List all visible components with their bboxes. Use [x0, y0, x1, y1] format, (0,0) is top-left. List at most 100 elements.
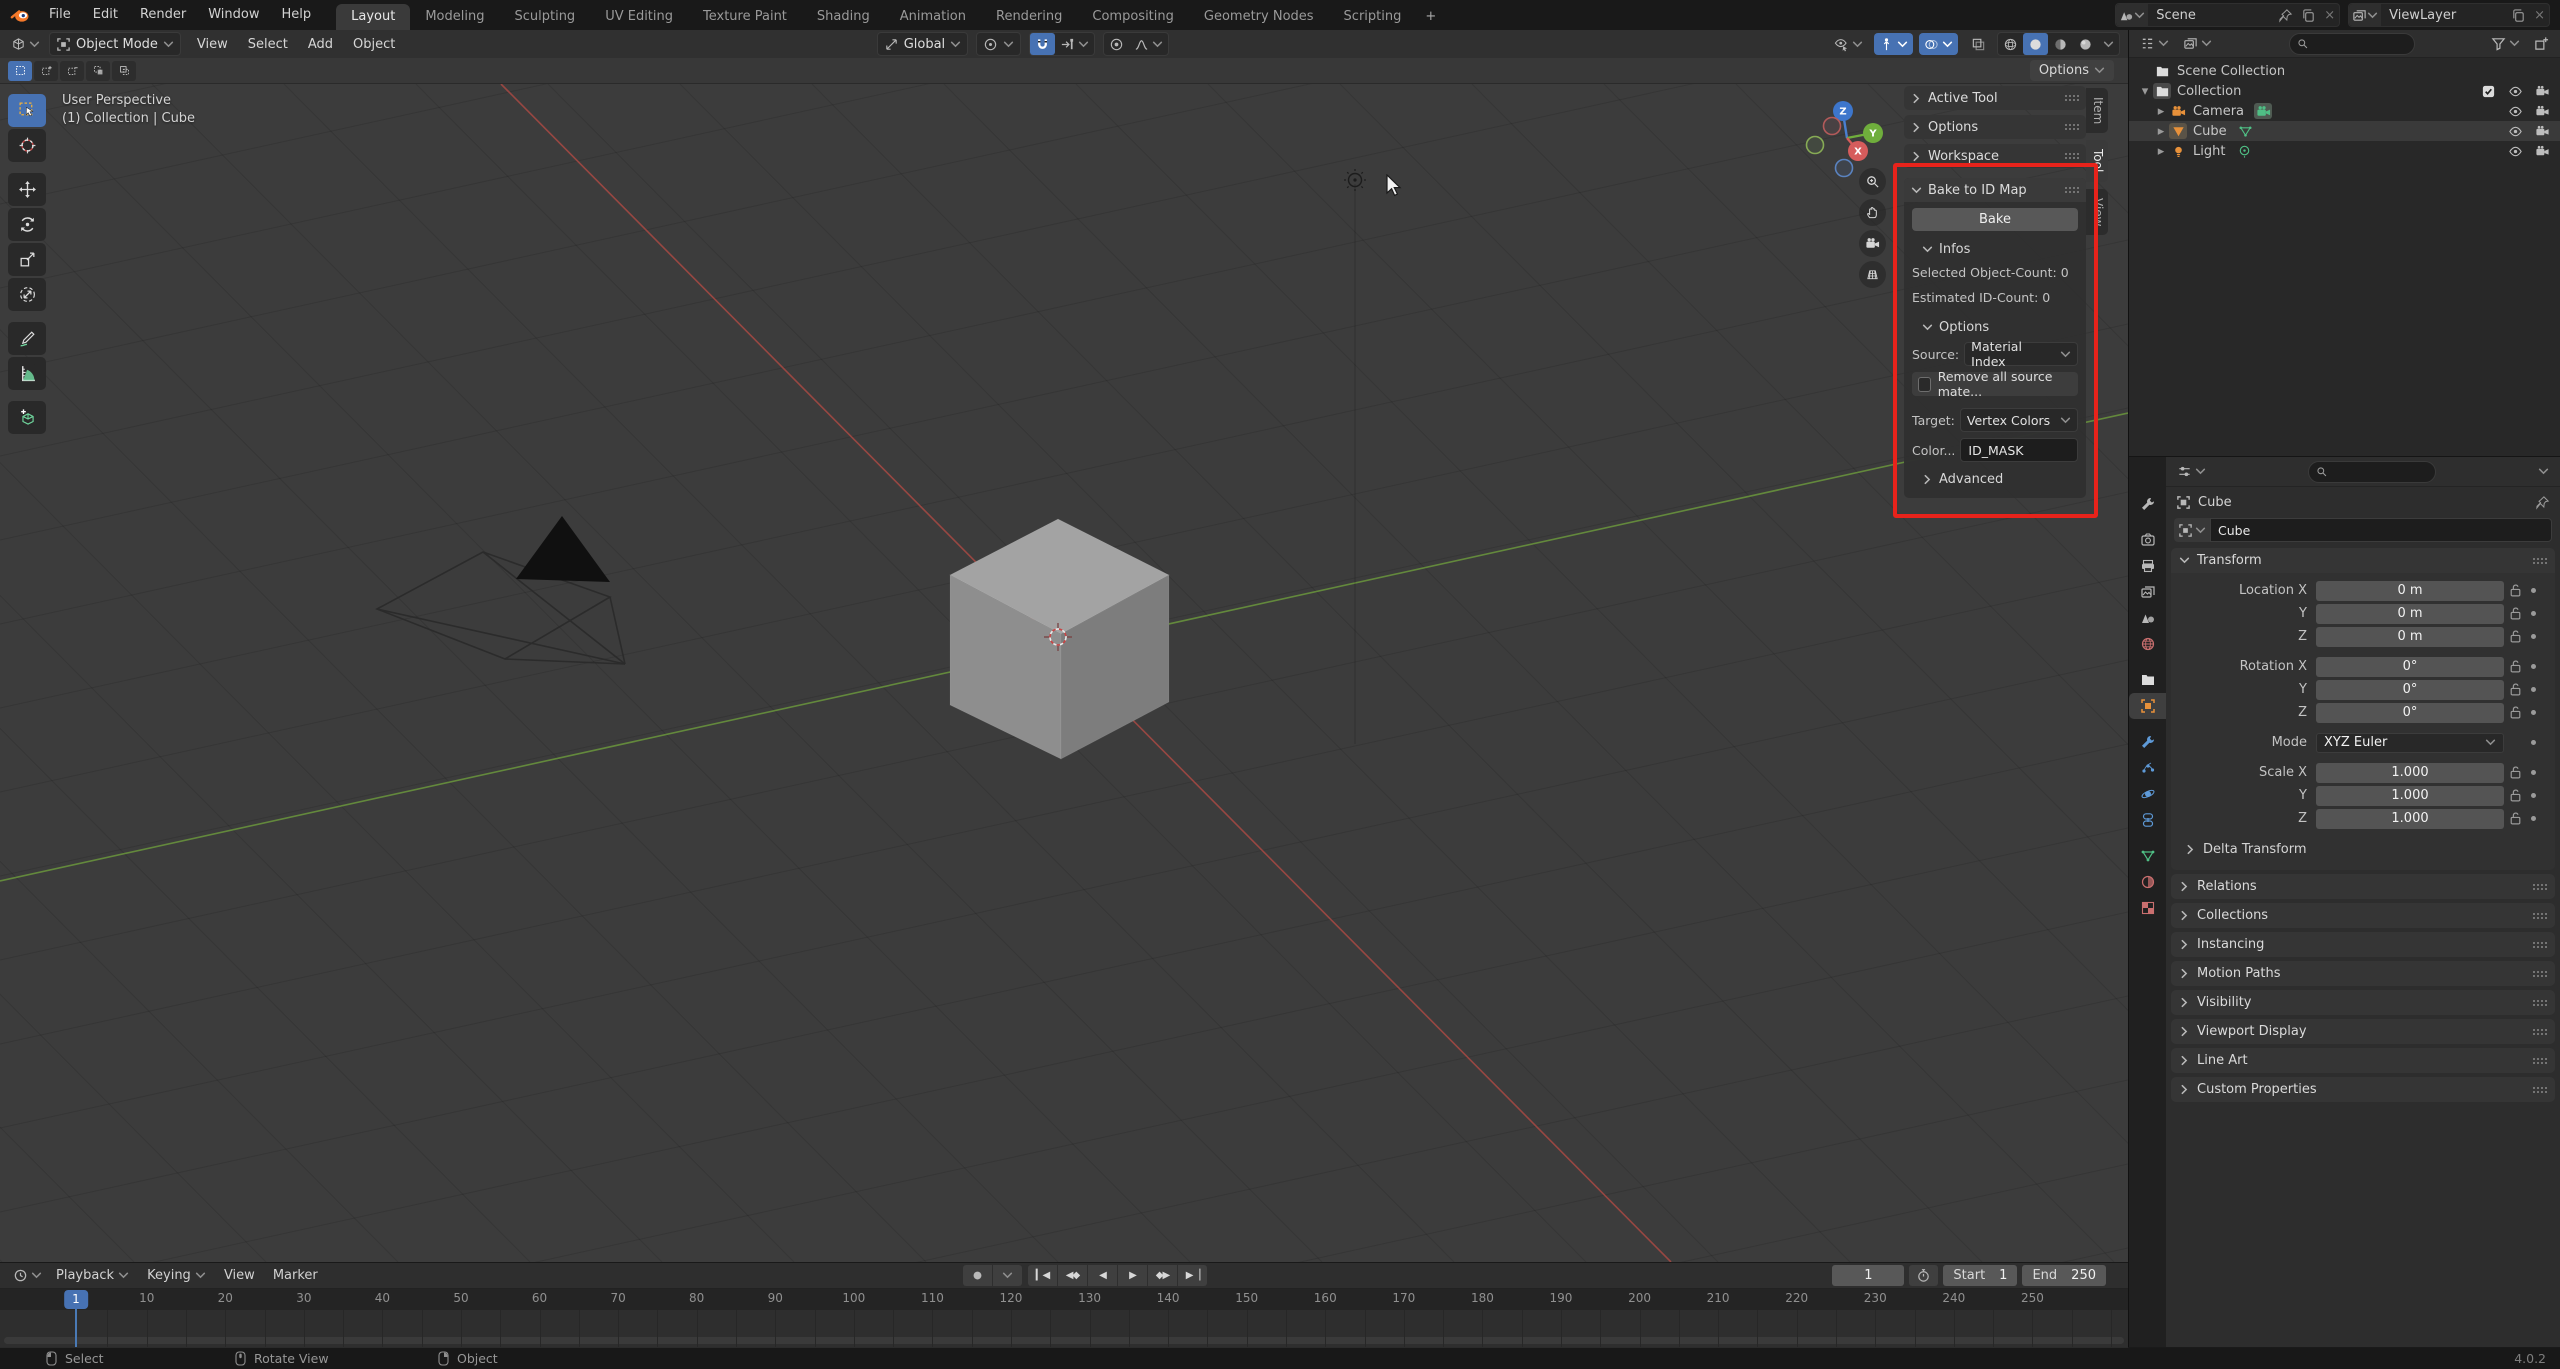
gizmo-negative-y-axis[interactable] — [1805, 135, 1825, 155]
add-workspace-button[interactable]: + — [1416, 4, 1445, 30]
tool-cursor[interactable] — [8, 129, 46, 162]
start-frame-field[interactable]: Start 1 — [1943, 1265, 2018, 1286]
animate-dot[interactable] — [2526, 793, 2540, 798]
animate-dot[interactable] — [2526, 588, 2540, 593]
tab-output-properties[interactable] — [2129, 553, 2166, 579]
panel-instancing[interactable]: Instancing — [2171, 932, 2555, 957]
scene-collection-row[interactable]: Scene Collection — [2129, 61, 2560, 81]
value-slider[interactable]: 0° — [2316, 702, 2504, 723]
workspace-tab-scripting[interactable]: Scripting — [1329, 4, 1417, 30]
copy-icon[interactable] — [2507, 8, 2530, 23]
drag-dots-icon[interactable] — [2064, 186, 2079, 194]
pivot-point-selector[interactable] — [976, 32, 1022, 56]
workspace-tab-sculpting[interactable]: Sculpting — [499, 4, 590, 30]
outliner-item-light[interactable]: ▸ Light — [2129, 141, 2560, 161]
shading-wireframe[interactable] — [1998, 33, 2023, 55]
tab-render-properties[interactable] — [2129, 527, 2166, 553]
disclosure-triangle-icon[interactable]: ▸ — [2153, 124, 2169, 139]
workspace-tab-texture-paint[interactable]: Texture Paint — [688, 4, 802, 30]
falloff-selector[interactable] — [1129, 33, 1168, 55]
workspace-tab-layout[interactable]: Layout — [336, 4, 411, 30]
properties-options-dropdown[interactable] — [2533, 461, 2554, 483]
jump-start-button[interactable]: ▎◀ — [1028, 1265, 1057, 1286]
panel-options[interactable]: Options — [1904, 115, 2086, 139]
timeline-editor-type[interactable] — [8, 1265, 47, 1287]
exclude-checkbox-icon[interactable] — [2481, 84, 2496, 99]
shading-solid[interactable] — [2023, 33, 2048, 55]
lock-open-icon[interactable] — [2508, 788, 2523, 803]
play-button[interactable]: ▶ — [1118, 1265, 1147, 1286]
panel-relations[interactable]: Relations — [2171, 874, 2555, 899]
lock-open-icon[interactable] — [2508, 606, 2523, 621]
panel-motion-paths[interactable]: Motion Paths — [2171, 961, 2555, 986]
mode-selector[interactable]: Object Mode — [49, 32, 181, 56]
scene-name[interactable]: Scene — [2148, 8, 2274, 23]
target-dropdown[interactable]: Vertex Colors — [1959, 408, 2078, 432]
value-slider[interactable]: 0° — [2316, 656, 2504, 677]
menu-file[interactable]: File — [38, 7, 82, 22]
viewlayer-name[interactable]: ViewLayer — [2381, 8, 2507, 23]
advanced-subpanel-header[interactable]: Advanced — [1912, 468, 2078, 490]
workspace-tab-geometry-nodes[interactable]: Geometry Nodes — [1189, 4, 1329, 30]
timeline-track[interactable] — [0, 1310, 2128, 1347]
rotation-mode-dropdown[interactable]: XYZ Euler — [2316, 732, 2504, 753]
tab-material-properties[interactable] — [2129, 869, 2166, 895]
viewport-menu-select[interactable]: Select — [238, 37, 298, 52]
current-frame-field[interactable]: 1 — [1832, 1265, 1905, 1286]
value-slider[interactable]: 0 m — [2316, 580, 2504, 601]
editor-type-button[interactable] — [6, 33, 45, 55]
tool-box-select[interactable] — [8, 94, 46, 127]
tab-tool-properties[interactable] — [2129, 491, 2166, 517]
tab-physics-properties[interactable] — [2129, 781, 2166, 807]
bake-button[interactable]: Bake — [1912, 208, 2078, 231]
infos-subpanel-header[interactable]: Infos — [1912, 238, 2078, 260]
n-panel-tab-item[interactable]: Item — [2086, 88, 2108, 134]
tab-view-layer-properties[interactable] — [2129, 579, 2166, 605]
select-mode-set[interactable] — [8, 60, 32, 81]
camera-object[interactable] — [375, 516, 626, 665]
timeline-menu-playback[interactable]: Playback — [47, 1268, 138, 1283]
color-attribute-input[interactable]: ID_MASK — [1960, 438, 2078, 462]
n-panel-tab-tool[interactable]: Tool — [2086, 140, 2108, 182]
tab-scene-properties[interactable] — [2129, 605, 2166, 631]
prev-keyframe-button[interactable]: ◀◆ — [1058, 1265, 1087, 1286]
checkbox-empty-icon[interactable] — [1918, 376, 1931, 392]
animate-dot[interactable] — [2526, 687, 2540, 692]
outliner-item-camera[interactable]: ▸ Camera — [2129, 101, 2560, 121]
lock-open-icon[interactable] — [2508, 811, 2523, 826]
lock-open-icon[interactable] — [2508, 583, 2523, 598]
workspace-tab-shading[interactable]: Shading — [802, 4, 885, 30]
disclosure-triangle-icon[interactable]: ▾ — [2137, 84, 2153, 99]
tab-collection-properties[interactable] — [2129, 667, 2166, 693]
n-panel-tab-view[interactable]: View — [2086, 188, 2108, 236]
tool-annotate[interactable] — [8, 322, 46, 355]
animate-dot[interactable] — [2526, 611, 2540, 616]
gizmo-negative-z-axis[interactable] — [1834, 158, 1854, 178]
lock-open-icon[interactable] — [2508, 629, 2523, 644]
snap-settings[interactable] — [1055, 33, 1094, 55]
hide-eye-icon[interactable] — [2508, 124, 2523, 139]
proportional-toggle[interactable] — [1104, 33, 1129, 55]
value-slider[interactable]: 1.000 — [2316, 785, 2504, 806]
blender-logo-icon[interactable] — [10, 5, 30, 25]
playhead-badge[interactable]: 1 — [64, 1290, 88, 1309]
tool-rotate[interactable] — [8, 208, 46, 241]
shading-material[interactable] — [2048, 33, 2073, 55]
use-preview-range-toggle[interactable] — [1909, 1265, 1939, 1286]
select-mode-invert[interactable] — [86, 60, 110, 81]
select-mode-extend[interactable] — [34, 60, 58, 81]
tool-scale[interactable] — [8, 243, 46, 276]
options-subpanel-header[interactable]: Options — [1912, 316, 2078, 338]
tab-modifiers-properties[interactable] — [2129, 729, 2166, 755]
toggle-ortho-button[interactable] — [1859, 261, 1886, 288]
menu-render[interactable]: Render — [129, 7, 197, 22]
workspace-tab-modeling[interactable]: Modeling — [410, 4, 499, 30]
value-slider[interactable]: 0° — [2316, 679, 2504, 700]
properties-editor-type[interactable] — [2172, 461, 2211, 483]
pin-icon[interactable] — [2535, 495, 2550, 510]
viewport-menu-add[interactable]: Add — [298, 37, 343, 52]
timeline-menu-view[interactable]: View — [215, 1268, 264, 1283]
panel-workspace[interactable]: Workspace — [1904, 144, 2086, 168]
snap-toggle[interactable] — [1030, 33, 1056, 55]
disable-render-icon[interactable] — [2535, 144, 2550, 159]
